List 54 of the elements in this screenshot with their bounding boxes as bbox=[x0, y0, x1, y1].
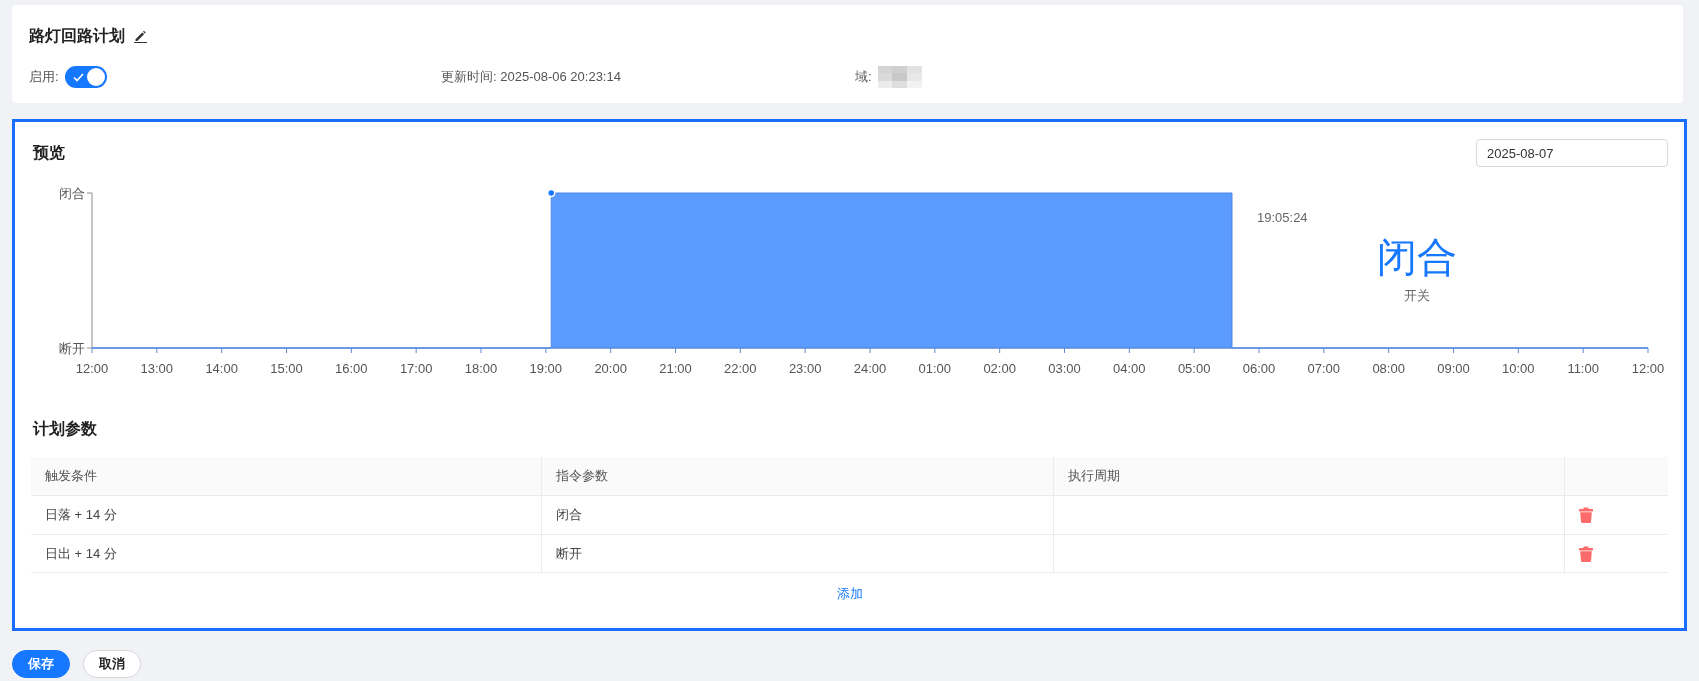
table-cell-text: 闭合 bbox=[556, 506, 582, 525]
x-tick-label: 18:00 bbox=[464, 360, 498, 376]
readout-time: 19:05:24 bbox=[1257, 209, 1308, 225]
x-tick-label: 04:00 bbox=[1113, 360, 1146, 376]
enabled-label: 启用: bbox=[29, 68, 59, 87]
x-tick-label: 24:00 bbox=[853, 360, 887, 376]
x-tick-label: 17:00 bbox=[399, 360, 433, 376]
y-tick-label: 闭合 bbox=[59, 185, 85, 201]
blurred-value bbox=[877, 66, 922, 88]
column-header: 指令参数 bbox=[556, 467, 608, 486]
x-tick-label: 20:00 bbox=[594, 360, 627, 376]
x-tick-label: 01:00 bbox=[918, 360, 952, 376]
add-link[interactable]: 添加 bbox=[836, 584, 863, 604]
x-tick-label: 10:00 bbox=[1502, 360, 1535, 376]
x-tick-label: 12:00 bbox=[1631, 360, 1665, 376]
check-icon bbox=[72, 72, 84, 82]
x-tick-label: 09:00 bbox=[1437, 360, 1470, 376]
date-field[interactable]: 2025-08-07 bbox=[1476, 139, 1668, 167]
x-tick-label: 07:00 bbox=[1307, 360, 1341, 376]
plan-title: 路灯回路计划 bbox=[29, 26, 125, 46]
data-point-marker bbox=[547, 188, 556, 198]
readout-label: 开关 bbox=[1404, 287, 1430, 303]
x-tick-label: 02:00 bbox=[983, 360, 1016, 376]
x-tick-label: 11:00 bbox=[1567, 360, 1599, 376]
table-cell-text: 日落 + 14 分 bbox=[45, 506, 117, 525]
x-tick-label: 23:00 bbox=[788, 360, 822, 376]
column-header: 执行周期 bbox=[1068, 467, 1120, 486]
table-cell-text: 日出 + 14 分 bbox=[45, 544, 117, 563]
params-title: 计划参数 bbox=[33, 419, 97, 439]
y-tick-label: 断开 bbox=[59, 340, 85, 356]
save-button[interactable]: 保存 bbox=[12, 650, 70, 678]
cancel-button[interactable]: 取消 bbox=[83, 650, 141, 678]
enable-toggle[interactable] bbox=[64, 66, 107, 88]
x-tick-label: 12:00 bbox=[75, 360, 109, 376]
x-tick-label: 22:00 bbox=[724, 360, 757, 376]
x-tick-label: 13:00 bbox=[140, 360, 174, 376]
x-tick-label: 16:00 bbox=[335, 360, 368, 376]
x-tick-label: 03:00 bbox=[1048, 360, 1081, 376]
column-header: 触发条件 bbox=[45, 467, 97, 486]
trash-icon[interactable] bbox=[1579, 545, 1593, 562]
x-tick-label: 15:00 bbox=[270, 360, 303, 376]
table-cell-text: 断开 bbox=[556, 544, 582, 563]
x-tick-label: 06:00 bbox=[1242, 360, 1276, 376]
x-tick-label: 08:00 bbox=[1372, 360, 1405, 376]
x-tick-label: 21:00 bbox=[659, 360, 692, 376]
edit-icon[interactable] bbox=[134, 29, 147, 43]
x-tick-label: 14:00 bbox=[205, 360, 238, 376]
readout-value: 闭合 bbox=[1377, 235, 1457, 279]
trash-icon[interactable] bbox=[1579, 507, 1593, 523]
updated-time: 更新时间: 2025-08-06 20:23:14 bbox=[441, 68, 621, 87]
x-tick-label: 05:00 bbox=[1177, 360, 1211, 376]
preview-title: 预览 bbox=[33, 143, 65, 163]
domain-label: 域: bbox=[855, 68, 872, 87]
x-tick-label: 19:00 bbox=[529, 360, 563, 376]
